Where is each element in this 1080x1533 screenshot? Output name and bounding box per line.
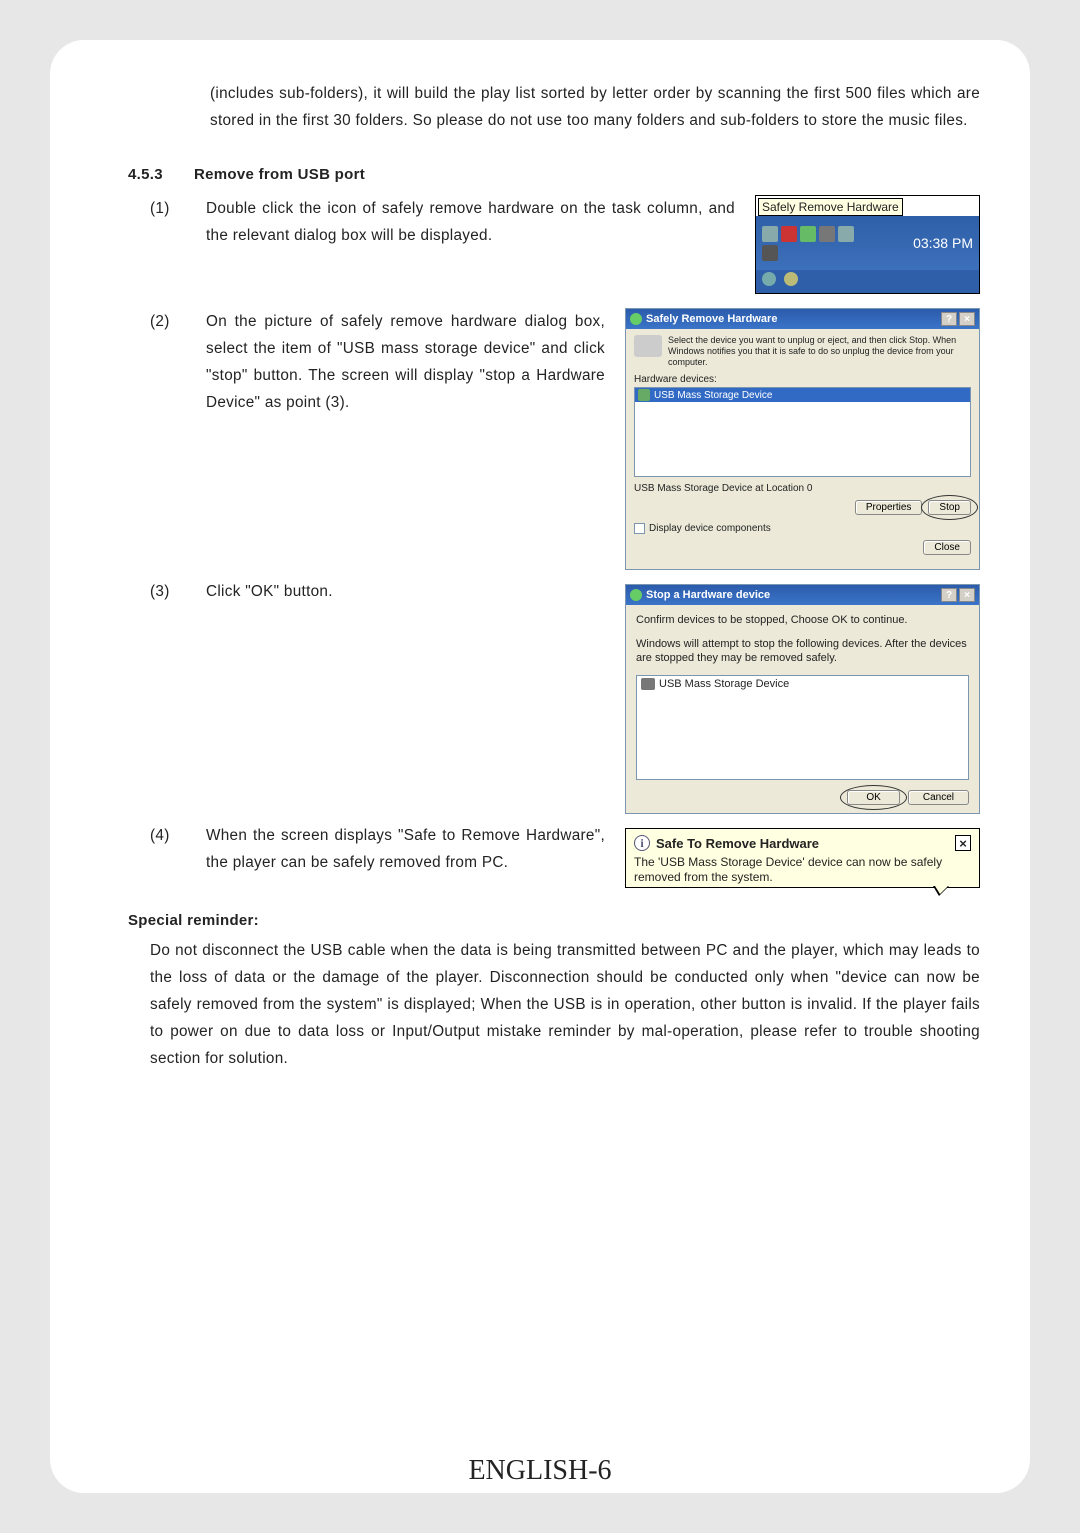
help-button[interactable]: ?: [941, 588, 957, 602]
device-icon: [641, 678, 655, 690]
special-reminder-heading: Special reminder:: [128, 912, 980, 929]
balloon-tail: [933, 886, 949, 896]
systray-body: 03:38 PM: [756, 216, 979, 270]
srh-help-icon: [634, 335, 662, 357]
stop-title-icon: [630, 589, 642, 601]
stop-devices-list[interactable]: USB Mass Storage Device: [636, 675, 969, 780]
systray-icons: [762, 226, 862, 261]
properties-button[interactable]: Properties: [855, 500, 923, 515]
step-3-row: (3) Click "OK" button. Stop a Hardware d…: [150, 570, 980, 814]
section-heading-row: 4.5.3 Remove from USB port: [128, 166, 980, 183]
stop-title-text: Stop a Hardware device: [646, 589, 941, 601]
step-1-number: (1): [150, 195, 190, 249]
close-button[interactable]: ×: [959, 588, 975, 602]
srh-title-text: Safely Remove Hardware: [646, 313, 941, 325]
balloon-close-button[interactable]: ×: [955, 835, 971, 851]
ok-button[interactable]: OK: [847, 790, 899, 805]
step-4-row: (4) When the screen displays "Safe to Re…: [150, 814, 980, 888]
srh-list-item[interactable]: USB Mass Storage Device: [635, 388, 970, 402]
tray-icon[interactable]: [819, 226, 835, 242]
display-components-checkbox[interactable]: [634, 523, 645, 534]
device-icon: [638, 389, 650, 401]
tray-icon[interactable]: [838, 226, 854, 242]
srh-list-item-label: USB Mass Storage Device: [654, 390, 772, 401]
stop-list-item[interactable]: USB Mass Storage Device: [641, 678, 964, 690]
intro-paragraph: (includes sub-folders), it will build th…: [210, 80, 980, 134]
close-button[interactable]: ×: [959, 312, 975, 326]
balloon-text: The 'USB Mass Storage Device' device can…: [634, 855, 971, 885]
safe-to-remove-balloon: i Safe To Remove Hardware × The 'USB Mas…: [625, 828, 980, 888]
systray-tooltip: Safely Remove Hardware: [758, 198, 903, 216]
section-number: 4.5.3: [128, 166, 176, 183]
step-3-number: (3): [150, 578, 190, 605]
tray-bottom-icon[interactable]: [784, 272, 798, 286]
srh-title-icon: [630, 313, 642, 325]
tray-icon[interactable]: [800, 226, 816, 242]
stop-confirm-text: Confirm devices to be stopped, Choose OK…: [636, 613, 969, 627]
tray-icon[interactable]: [762, 226, 778, 242]
page-footer: ENGLISH-6: [50, 1455, 1030, 1487]
safely-remove-dialog: Safely Remove Hardware ? × Select the de…: [625, 308, 980, 570]
srh-status-text: USB Mass Storage Device at Location 0: [634, 483, 971, 494]
display-components-label: Display device components: [649, 523, 771, 534]
systray-clock: 03:38 PM: [913, 235, 973, 251]
special-reminder-body: Do not disconnect the USB cable when the…: [150, 937, 980, 1072]
balloon-title: Safe To Remove Hardware: [656, 836, 949, 851]
step-4-number: (4): [150, 822, 190, 876]
step-2-number: (2): [150, 308, 190, 416]
srh-titlebar: Safely Remove Hardware ? ×: [626, 309, 979, 329]
stop-button[interactable]: Stop: [928, 500, 971, 515]
tray-icon[interactable]: [781, 226, 797, 242]
info-icon: i: [634, 835, 650, 851]
cancel-button[interactable]: Cancel: [908, 790, 969, 805]
step-2-text: On the picture of safely remove hardware…: [206, 308, 605, 416]
page: (includes sub-folders), it will build th…: [50, 40, 1030, 1493]
stop-list-item-label: USB Mass Storage Device: [659, 678, 789, 690]
section-title: Remove from USB port: [194, 166, 365, 183]
stop-attempt-text: Windows will attempt to stop the followi…: [636, 637, 969, 665]
step-4-text: When the screen displays "Safe to Remove…: [206, 822, 605, 876]
srh-devices-list[interactable]: USB Mass Storage Device: [634, 387, 971, 477]
srh-devices-label: Hardware devices:: [634, 374, 971, 385]
step-2-row: (2) On the picture of safely remove hard…: [150, 308, 980, 570]
srh-help-text: Select the device you want to unplug or …: [668, 335, 971, 368]
step-1-row: (1) Double click the icon of safely remo…: [150, 195, 980, 294]
close-button[interactable]: Close: [923, 540, 971, 555]
stop-titlebar: Stop a Hardware device ? ×: [626, 585, 979, 605]
tray-bottom-icon[interactable]: [762, 272, 776, 286]
tray-icon[interactable]: [762, 245, 778, 261]
help-button[interactable]: ?: [941, 312, 957, 326]
systray-figure: Safely Remove Hardware 03:38 PM: [755, 195, 980, 294]
step-3-text: Click "OK" button.: [206, 578, 605, 605]
stop-hardware-dialog: Stop a Hardware device ? × Confirm devic…: [625, 584, 980, 814]
step-1-text: Double click the icon of safely remove h…: [206, 195, 735, 249]
systray-bottom: [756, 270, 979, 293]
